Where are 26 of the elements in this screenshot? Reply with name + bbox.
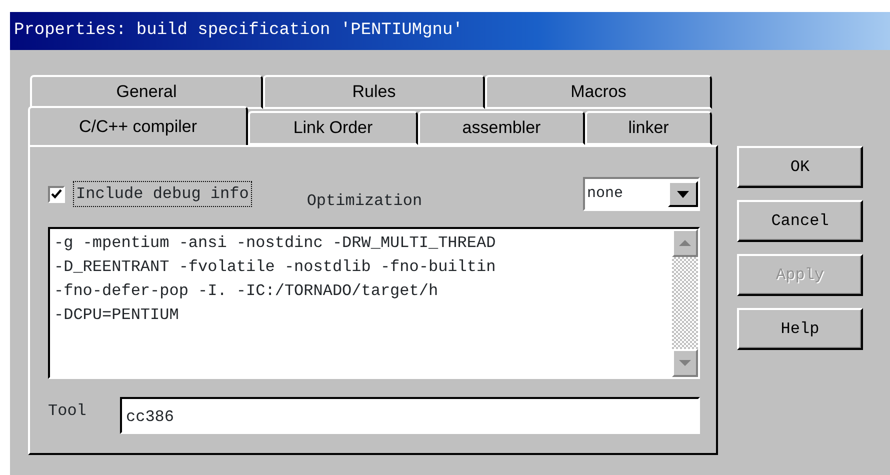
- tab[interactable]: linker: [585, 111, 712, 145]
- scrollbar[interactable]: [672, 229, 698, 377]
- dialog-button[interactable]: Help: [737, 308, 863, 350]
- flags-line: -fno-defer-pop -I. -IC:/TORNADO/target/h: [54, 281, 440, 302]
- scroll-up-icon: [679, 240, 691, 246]
- flags-line: -g -mpentium -ansi -nostdinc -DRW_MULTI_THREAD: [54, 233, 497, 254]
- tab[interactable]: assembler: [418, 111, 585, 145]
- tab[interactable]: General: [30, 75, 263, 109]
- tab[interactable]: Macros: [485, 75, 712, 109]
- dropdown-arrow-icon: [677, 190, 689, 198]
- flags-line: -D_REENTRANT -fvolatile -nostdlib -fno-builtin: [54, 257, 497, 278]
- flags-line: -DCPU=PENTIUM: [54, 305, 180, 326]
- optimization-dropdown[interactable]: none: [583, 177, 700, 211]
- tab[interactable]: Link Order: [248, 111, 418, 145]
- checkbox-label[interactable]: Include debug info: [73, 181, 252, 207]
- tool-input[interactable]: cc386: [120, 397, 700, 434]
- optimization-label: Optimization: [306, 191, 422, 212]
- checkbox[interactable]: [48, 186, 65, 202]
- flags-text-area[interactable]: -g -mpentium -ansi -nostdinc -DRW_MULTI_THREAD -D_REENTRANT -fvolatile -nostdlib -fno-builtin -fno-defer-pop -I. -IC:/TORNADO/target/h -DCPU=PENTIUM: [48, 227, 700, 379]
- dialog-button[interactable]: OK: [737, 146, 863, 188]
- dialog-button[interactable]: Cancel: [737, 200, 863, 242]
- tab[interactable]: Rules: [263, 75, 485, 109]
- tab[interactable]: C/C++ compiler: [28, 106, 248, 145]
- tool-label: Tool: [48, 400, 88, 422]
- scroll-down-icon: [679, 360, 691, 366]
- window-title: Properties: build specification 'PENTIUMgnu': [10, 12, 890, 50]
